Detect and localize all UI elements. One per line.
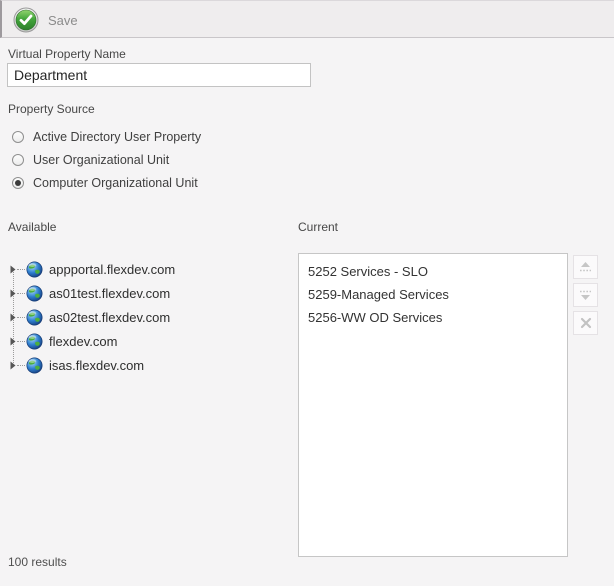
tree-item-as02test[interactable]: as02test.flexdev.com — [10, 305, 290, 329]
tree-item-as01test[interactable]: as01test.flexdev.com — [10, 281, 290, 305]
tree-connector — [17, 365, 25, 366]
x-icon — [580, 317, 592, 329]
tree-connector — [17, 269, 25, 270]
expand-arrow-icon[interactable] — [10, 361, 16, 370]
globe-icon — [26, 333, 43, 350]
save-check-icon — [13, 7, 39, 33]
radio-selected-icon — [12, 177, 24, 189]
virtual-property-name-label: Virtual Property Name — [8, 47, 126, 61]
expand-arrow-icon[interactable] — [10, 265, 16, 274]
expand-arrow-icon[interactable] — [10, 313, 16, 322]
save-button[interactable]: Save — [11, 6, 86, 34]
globe-icon — [26, 285, 43, 302]
tree-connector — [17, 317, 25, 318]
globe-icon — [26, 357, 43, 374]
toolbar: Save — [0, 0, 614, 38]
tree-item-flexdev[interactable]: flexdev.com — [10, 329, 290, 353]
property-source-label: Property Source — [8, 102, 95, 116]
tree-item-appportal[interactable]: appportal.flexdev.com — [10, 257, 290, 281]
move-up-button[interactable] — [573, 255, 598, 279]
triangle-up-icon — [578, 261, 593, 273]
globe-icon — [26, 309, 43, 326]
current-label: Current — [298, 220, 338, 234]
move-down-button[interactable] — [573, 283, 598, 307]
expand-arrow-icon[interactable] — [10, 337, 16, 346]
available-tree: appportal.flexdev.com as01test.flexdev.c… — [10, 257, 290, 377]
tree-item-isas[interactable]: isas.flexdev.com — [10, 353, 290, 377]
virtual-property-name-input[interactable] — [7, 63, 311, 87]
remove-button[interactable] — [573, 311, 598, 335]
current-item[interactable]: 5256-WW OD Services — [299, 306, 567, 329]
triangle-down-icon — [578, 289, 593, 301]
current-item[interactable]: 5252 Services - SLO — [299, 260, 567, 283]
save-button-label: Save — [48, 13, 78, 28]
radio-unselected-icon — [12, 154, 24, 166]
results-count: 100 results — [8, 555, 67, 569]
globe-icon — [26, 261, 43, 278]
expand-arrow-icon[interactable] — [10, 289, 16, 298]
radio-active-directory-user-property[interactable]: Active Directory User Property — [12, 128, 201, 145]
radio-computer-organizational-unit[interactable]: Computer Organizational Unit — [12, 174, 198, 191]
radio-unselected-icon — [12, 131, 24, 143]
tree-connector — [17, 341, 25, 342]
virtual-property-editor: Save Virtual Property Name Property Sour… — [0, 0, 614, 586]
tree-connector — [17, 293, 25, 294]
current-item[interactable]: 5259-Managed Services — [299, 283, 567, 306]
available-label: Available — [8, 220, 56, 234]
radio-user-organizational-unit[interactable]: User Organizational Unit — [12, 151, 169, 168]
current-listbox[interactable]: 5252 Services - SLO 5259-Managed Service… — [298, 253, 568, 557]
